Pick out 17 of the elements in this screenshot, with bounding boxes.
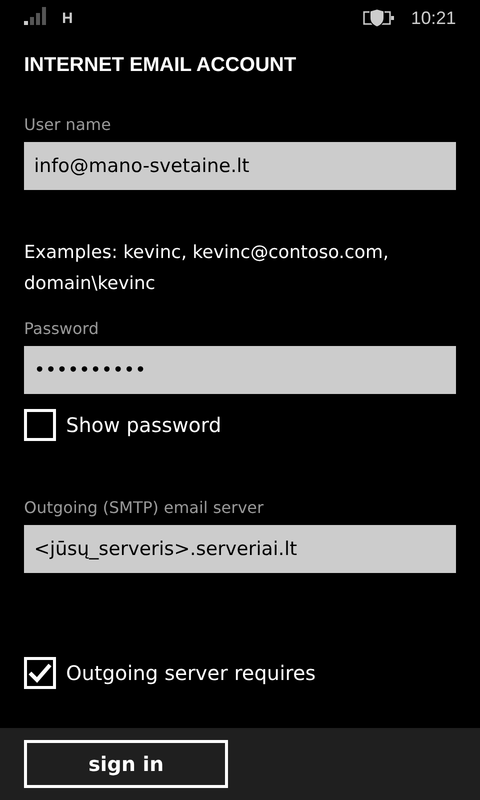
- page-title: INTERNET EMAIL ACCOUNT: [24, 53, 298, 78]
- input-field[interactable]: ••••••••••: [24, 346, 456, 394]
- field-label: Outgoing (SMTP) email server: [24, 497, 265, 519]
- checkbox-label[interactable]: Show password: [66, 413, 222, 437]
- field-label: Password: [24, 318, 100, 340]
- checkbox[interactable]: [24, 409, 56, 441]
- clock-time: 10:21: [410, 8, 456, 28]
- network-type: H: [62, 10, 73, 26]
- sign-in-button[interactable]: sign in: [24, 740, 228, 788]
- input-field[interactable]: info@mano-svetaine.lt: [24, 142, 456, 190]
- checkbox-label[interactable]: Outgoing server requires: [66, 661, 316, 685]
- input-field[interactable]: <jūsų_serveris>.serveriai.lt: [24, 525, 456, 573]
- hint-text: Examples: kevinc, kevinc@contoso.com, domain\kevinc: [24, 241, 390, 296]
- checkmark-icon: [28, 662, 52, 684]
- field-label: User name: [24, 114, 112, 136]
- checkbox[interactable]: [24, 657, 56, 689]
- battery-saver-icon: [362, 8, 395, 28]
